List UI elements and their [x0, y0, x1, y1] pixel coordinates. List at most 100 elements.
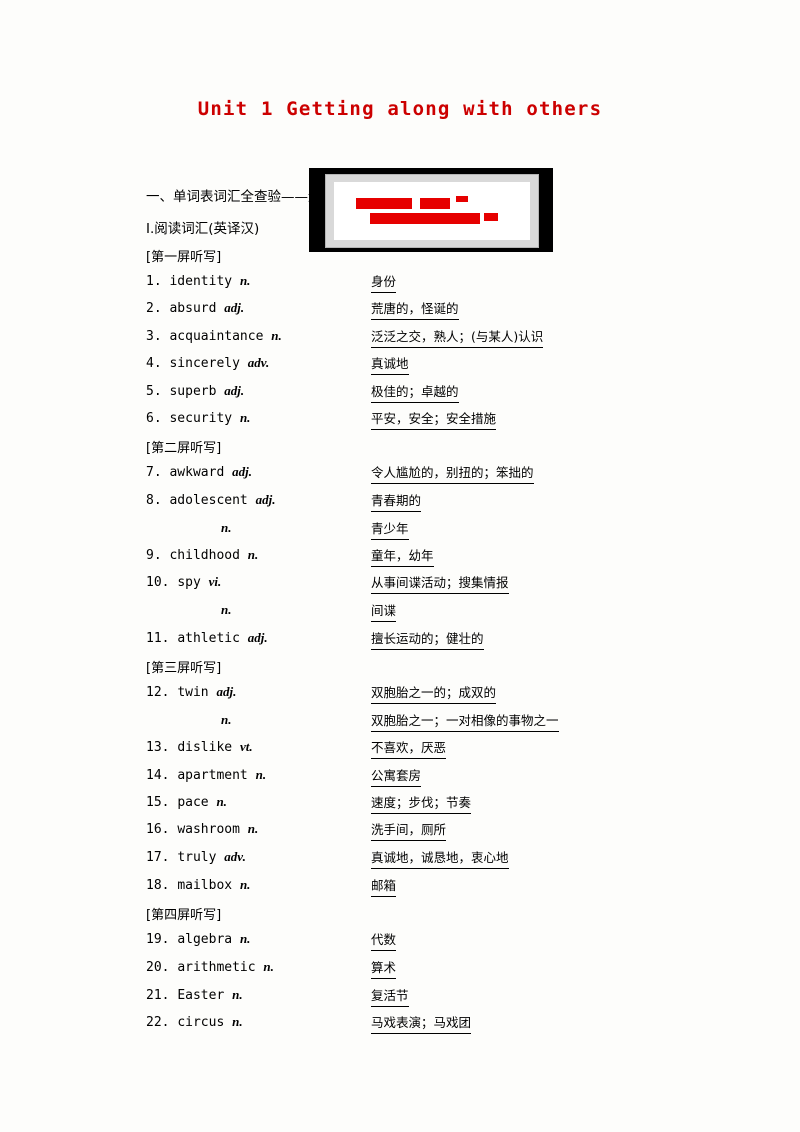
vocab-term: 15. pace n. — [146, 794, 227, 810]
vocab-definition: 复活节 — [371, 985, 409, 1007]
video-frame — [325, 174, 539, 248]
vocab-pos: adj. — [216, 684, 237, 699]
vocab-index: 15. — [146, 795, 178, 810]
vocab-pos: vt. — [239, 739, 253, 754]
vocab-index: 20. — [146, 960, 178, 975]
vocab-index: 18. — [146, 878, 178, 893]
vocab-definition: 青少年 — [371, 518, 409, 540]
vocab-term: 13. dislike vt. — [146, 739, 253, 755]
redacted-bar — [420, 198, 450, 209]
vocab-pos: adj. — [232, 464, 252, 479]
vocab-pos: n. — [239, 931, 251, 946]
vocab-term: 9. childhood n. — [146, 547, 258, 563]
vocab-word: awkward — [169, 465, 233, 480]
vocab-index: 7. — [146, 465, 170, 480]
vocab-term: n. — [221, 602, 231, 618]
vocab-definition: 身份 — [371, 271, 397, 293]
screen-label-3: [第三屏听写] — [146, 661, 222, 676]
vocab-definition: 擅长运动的；健壮的 — [371, 628, 484, 650]
vocab-word: athletic — [177, 631, 248, 646]
vocab-pos: n. — [263, 959, 274, 974]
vocab-pos: n. — [255, 767, 267, 782]
vocab-term: 7. awkward adj. — [146, 464, 252, 480]
vocab-term: 19. algebra n. — [146, 931, 250, 947]
vocab-pos: n. — [239, 877, 251, 892]
vocab-term: n. — [221, 520, 231, 536]
vocab-index: 6. — [146, 411, 170, 426]
vocab-index: 10. — [146, 575, 178, 590]
vocab-index: 16. — [146, 822, 178, 837]
vocab-term: 6. security n. — [146, 410, 250, 426]
vocab-definition: 邮箱 — [371, 875, 397, 897]
vocab-definition: 真诚地，诚恳地，衷心地 — [371, 847, 509, 869]
vocab-term: 21. Easter n. — [146, 987, 243, 1003]
vocab-definition: 双胞胎之一；一对相像的事物之一 — [371, 710, 559, 732]
vocab-definition: 算术 — [371, 957, 397, 979]
vocab-pos: n. — [221, 712, 232, 727]
vocab-pos: n. — [221, 520, 232, 535]
redacted-bar — [456, 196, 468, 202]
vocab-definition: 青春期的 — [371, 490, 422, 512]
vocab-word: arithmetic — [177, 960, 264, 975]
vocab-definition: 荒唐的，怪诞的 — [371, 298, 459, 320]
vocab-index: 11. — [146, 631, 178, 646]
vocab-word: apartment — [177, 768, 256, 783]
vocab-index: 2. — [146, 301, 170, 316]
vocab-definition: 马戏表演；马戏团 — [371, 1012, 472, 1034]
vocab-index: 12. — [146, 685, 178, 700]
vocab-pos: n. — [232, 1014, 243, 1029]
vocab-index: 19. — [146, 932, 178, 947]
vocab-word: dislike — [177, 740, 240, 755]
vocab-definition: 洗手间，厕所 — [371, 819, 447, 841]
vocab-term: 3. acquaintance n. — [146, 328, 282, 344]
video-screen — [334, 182, 530, 240]
vocab-index: 4. — [146, 356, 170, 371]
vocab-index: 14. — [146, 768, 178, 783]
vocab-word: Easter — [177, 988, 233, 1003]
screen-label-4: [第四屏听写] — [146, 908, 222, 923]
vocab-term: 16. washroom n. — [146, 821, 258, 837]
vocab-pos: adv. — [247, 355, 270, 370]
vocab-index: 1. — [146, 274, 170, 289]
vocab-term: 5. superb adj. — [146, 383, 244, 399]
vocab-definition: 速度；步伐；节奏 — [371, 792, 472, 814]
vocab-word: superb — [169, 384, 225, 399]
page-title: Unit 1 Getting along with others — [197, 98, 603, 120]
vocab-word: pace — [177, 795, 217, 810]
vocab-definition: 泛泛之交，熟人；(与某人)认识 — [371, 326, 544, 348]
screen-label-1: [第一屏听写] — [146, 250, 222, 265]
vocab-pos: n. — [239, 273, 251, 288]
vocab-index: 21. — [146, 988, 178, 1003]
vocab-index: 8. — [146, 493, 170, 508]
vocab-pos: n. — [271, 328, 282, 343]
vocab-word: sincerely — [169, 356, 248, 371]
vocab-word: twin — [177, 685, 217, 700]
vocab-definition: 公寓套房 — [371, 765, 422, 787]
vocab-term: n. — [221, 712, 231, 728]
video-player-thumbnail[interactable] — [309, 168, 553, 252]
vocab-index: 5. — [146, 384, 170, 399]
vocab-pos: adv. — [224, 849, 246, 864]
vocab-word: childhood — [169, 548, 248, 563]
redacted-bar — [484, 213, 498, 221]
vocab-index: 22. — [146, 1015, 178, 1030]
vocab-pos: adj. — [224, 383, 245, 398]
vocab-definition: 令人尴尬的，别扭的；笨拙的 — [371, 462, 534, 484]
vocab-term: 17. truly adv. — [146, 849, 246, 865]
vocab-pos: vi. — [208, 574, 222, 589]
vocab-pos: n. — [221, 602, 232, 617]
vocab-pos: n. — [247, 547, 259, 562]
vocab-pos: n. — [232, 987, 243, 1002]
vocab-term: 14. apartment n. — [146, 767, 266, 783]
vocab-word: adolescent — [169, 493, 256, 508]
vocab-definition: 不喜欢，厌恶 — [371, 737, 447, 759]
vocab-pos: n. — [239, 410, 251, 425]
vocab-word: circus — [177, 1015, 233, 1030]
vocab-definition: 代数 — [371, 929, 397, 951]
vocab-word: absurd — [169, 301, 225, 316]
vocab-definition: 从事间谍活动；搜集情报 — [371, 572, 509, 594]
vocab-word: washroom — [177, 822, 248, 837]
document-page: Unit 1 Getting along with others 一、单词表词汇… — [0, 0, 800, 1132]
vocab-definition: 童年，幼年 — [371, 545, 434, 567]
vocab-term: 8. adolescent adj. — [146, 492, 275, 508]
